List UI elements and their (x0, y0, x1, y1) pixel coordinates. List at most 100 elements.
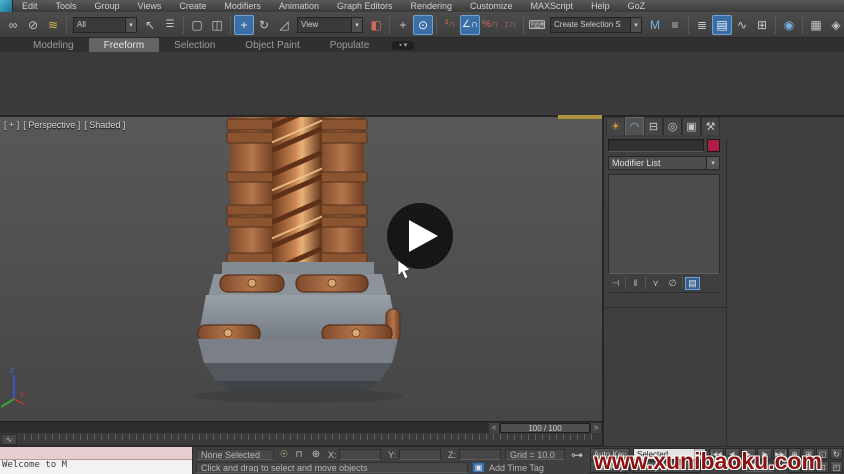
video-play-button[interactable] (387, 203, 453, 269)
create-tab-icon[interactable]: ☀ (606, 117, 625, 135)
set-key-mode-icon[interactable]: ⊶ (567, 448, 587, 461)
time-tag-icon[interactable]: ▣ (472, 462, 485, 473)
select-and-move-icon[interactable]: + (234, 15, 254, 35)
mini-curve-editor-button[interactable]: ∿ (1, 434, 17, 445)
listener-macro-pane[interactable] (0, 447, 192, 460)
y-coordinate-field[interactable] (399, 449, 441, 460)
track-bar[interactable]: ∿ (0, 433, 602, 446)
absolute-offset-toggle-icon[interactable]: ⊕ (309, 449, 323, 460)
viewport-pov-button[interactable]: [ Perspective ] (23, 120, 80, 130)
tab-freeform[interactable]: Freeform (89, 38, 160, 52)
orbit-icon[interactable]: ↻ (830, 448, 843, 460)
menu-help[interactable]: Help (582, 1, 619, 11)
reference-coordinate-dropdown[interactable]: View ▾ (297, 17, 363, 33)
window-crossing-icon[interactable]: ◫ (207, 15, 227, 35)
menu-edit[interactable]: Edit (13, 1, 47, 11)
viewport-canvas[interactable]: z x (0, 117, 602, 421)
selection-filter-dropdown[interactable]: All ▾ (73, 17, 137, 33)
use-pivot-center-icon[interactable]: ⊙ (413, 15, 433, 35)
schematic-view-icon[interactable]: ⊞ (752, 15, 772, 35)
selection-region-icon[interactable]: ▢ (187, 15, 207, 35)
rendered-frame-window-icon[interactable]: ◈ (826, 15, 844, 35)
menu-group[interactable]: Group (86, 1, 129, 11)
align-icon[interactable]: ≡ (665, 15, 685, 35)
isolate-selection-icon[interactable]: ☉ (278, 449, 290, 460)
command-panel-tabs: ☀ ◠ ⊟ ◎ ▣ ⚒ (606, 117, 720, 135)
configure-modifier-sets-icon[interactable]: ▤ (685, 277, 700, 290)
make-unique-icon[interactable]: ⋎ (648, 277, 663, 290)
viewport-shading-button[interactable]: [ Shaded ] (84, 120, 125, 130)
add-time-tag-label[interactable]: Add Time Tag (489, 463, 544, 473)
select-and-link-icon[interactable]: ∞ (3, 15, 23, 35)
tab-modeling[interactable]: Modeling (18, 38, 89, 52)
menu-maxscript[interactable]: MAXScript (522, 1, 583, 11)
chevron-down-icon: ▾ (630, 18, 641, 32)
menu-customize[interactable]: Customize (461, 1, 522, 11)
z-coordinate-field[interactable] (459, 449, 501, 460)
menu-graph-editors[interactable]: Graph Editors (328, 1, 402, 11)
hierarchy-tab-icon[interactable]: ⊟ (644, 117, 663, 135)
tab-selection[interactable]: Selection (159, 38, 230, 52)
keyboard-override-icon[interactable]: ⌨ (527, 15, 547, 35)
modify-tab-icon[interactable]: ◠ (625, 117, 644, 135)
use-selection-center-icon[interactable]: + (393, 15, 413, 35)
maximize-viewport-icon[interactable]: ◰ (830, 461, 843, 473)
time-slider-prev-button[interactable]: < (489, 423, 499, 433)
snap-toggle-3d-icon[interactable]: ³∩ (440, 15, 460, 35)
spinner-snap-icon[interactable]: ↕∩ (500, 15, 520, 35)
menu-tools[interactable]: Tools (47, 1, 86, 11)
angle-snap-icon[interactable]: ∠∩ (460, 15, 480, 35)
perspective-viewport[interactable]: z x [ + ] [ Perspective ] [ Shaded ] (0, 117, 602, 421)
pin-stack-icon[interactable]: ⊣ (608, 277, 623, 290)
motion-tab-icon[interactable]: ◎ (663, 117, 682, 135)
ribbon-overflow-button[interactable]: ▪ ▾ (392, 41, 414, 50)
named-selection-set-dropdown[interactable]: Create Selection S ▾ (550, 17, 642, 33)
app-icon[interactable] (0, 0, 13, 12)
menu-create[interactable]: Create (170, 1, 215, 11)
tab-populate[interactable]: Populate (315, 38, 384, 52)
graphite-ribbon-toggle-icon[interactable]: ▤ (712, 15, 732, 35)
viewport-menu-button[interactable]: [ + ] (4, 120, 19, 130)
select-and-scale-icon[interactable]: ◿ (274, 15, 294, 35)
percent-snap-icon[interactable]: %∩ (480, 15, 500, 35)
modifier-stack-list[interactable] (608, 174, 720, 274)
mirror-icon[interactable]: M (645, 15, 665, 35)
select-object-icon[interactable]: ↖ (140, 15, 160, 35)
material-editor-icon[interactable]: ◉ (779, 15, 799, 35)
object-color-swatch[interactable] (707, 139, 720, 152)
toolbar-separator (802, 16, 803, 34)
modifier-list-dropdown[interactable]: Modifier List ▾ (608, 156, 720, 170)
tab-object-paint[interactable]: Object Paint (230, 38, 314, 52)
menu-goz[interactable]: GoZ (619, 1, 655, 11)
menu-rendering[interactable]: Rendering (402, 1, 462, 11)
utilities-tab-icon[interactable]: ⚒ (701, 117, 720, 135)
maxscript-mini-listener[interactable]: Welcome to M (0, 447, 193, 474)
select-by-name-icon[interactable]: ☰ (160, 15, 180, 35)
listener-output-pane[interactable]: Welcome to M (0, 460, 192, 474)
time-slider-handle[interactable]: 100 / 100 (500, 423, 590, 433)
z-coordinate-label: Z: (448, 450, 456, 460)
menu-animation[interactable]: Animation (270, 1, 328, 11)
object-name-field[interactable] (608, 139, 704, 152)
3dsmax-window: Edit Tools Group Views Create Modifiers … (0, 0, 844, 474)
remove-modifier-icon[interactable]: ∅ (665, 277, 680, 290)
selection-lock-icon[interactable]: ⊓ (293, 449, 305, 460)
layer-explorer-icon[interactable]: ≣ (692, 15, 712, 35)
unlink-selection-icon[interactable]: ⊘ (23, 15, 43, 35)
toolbar-separator (66, 16, 67, 34)
select-and-rotate-icon[interactable]: ↻ (254, 15, 274, 35)
display-tab-icon[interactable]: ▣ (682, 117, 701, 135)
bind-to-space-warp-icon[interactable]: ≋ (43, 15, 63, 35)
curve-editor-icon[interactable]: ∿ (732, 15, 752, 35)
x-coordinate-field[interactable] (339, 449, 381, 460)
menu-modifiers[interactable]: Modifiers (215, 1, 270, 11)
time-slider-next-button[interactable]: > (591, 423, 601, 433)
render-setup-icon[interactable]: ▦ (806, 15, 826, 35)
time-slider[interactable]: < 100 / 100 > (0, 421, 602, 433)
modifier-list-label: Modifier List (609, 158, 706, 168)
chevron-down-icon: ▾ (125, 18, 136, 32)
menu-views[interactable]: Views (129, 1, 171, 11)
select-and-manipulate-icon[interactable]: ◧ (366, 15, 386, 35)
separator (625, 277, 626, 289)
show-end-result-icon[interactable]: ‖ (628, 277, 643, 290)
